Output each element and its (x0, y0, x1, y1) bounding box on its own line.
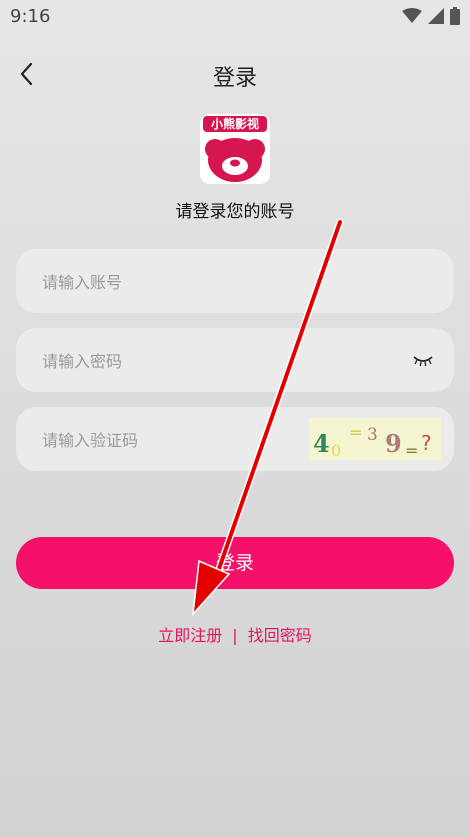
page-title: 登录 (212, 66, 257, 91)
subtitle: 请登录您的账号 (175, 202, 295, 222)
captcha-image[interactable]: 4 0 = 3 9 = ? (309, 418, 441, 460)
password-field (16, 328, 454, 394)
svg-text:3: 3 (367, 425, 378, 445)
status-time: 9:16 (10, 6, 51, 27)
svg-text:4: 4 (313, 429, 330, 458)
status-bar: 9:16 (0, 0, 470, 36)
status-icons (402, 7, 460, 25)
signal-icon (428, 8, 444, 24)
svg-text:=: = (349, 423, 362, 442)
eye-closed-icon[interactable] (412, 352, 434, 368)
bottom-links: 立即注册 | 找回密码 (0, 622, 470, 646)
back-arrow-icon (20, 62, 33, 86)
password-input[interactable] (40, 328, 344, 394)
login-button[interactable]: 登录 (16, 537, 454, 589)
forgot-password-link[interactable]: 找回密码 (248, 626, 312, 645)
captcha-drawing: 4 0 = 3 9 = ? (313, 423, 432, 460)
battery-icon (450, 7, 460, 25)
svg-text:?: ? (421, 431, 432, 455)
link-separator: | (232, 626, 238, 645)
logo-text: 小熊影视 (203, 116, 267, 132)
captcha-input[interactable] (40, 407, 344, 473)
register-link[interactable]: 立即注册 (158, 626, 222, 645)
back-button[interactable] (10, 58, 42, 90)
svg-text:0: 0 (331, 441, 341, 460)
svg-text:=: = (405, 441, 418, 460)
account-input[interactable] (40, 249, 344, 315)
svg-text:9: 9 (385, 429, 402, 458)
captcha-field: 4 0 = 3 9 = ? (16, 407, 454, 473)
account-field (16, 249, 454, 315)
nav-bar: 登录 (0, 52, 470, 96)
wifi-icon (402, 8, 422, 23)
app-logo: 小熊影视 (200, 114, 270, 184)
